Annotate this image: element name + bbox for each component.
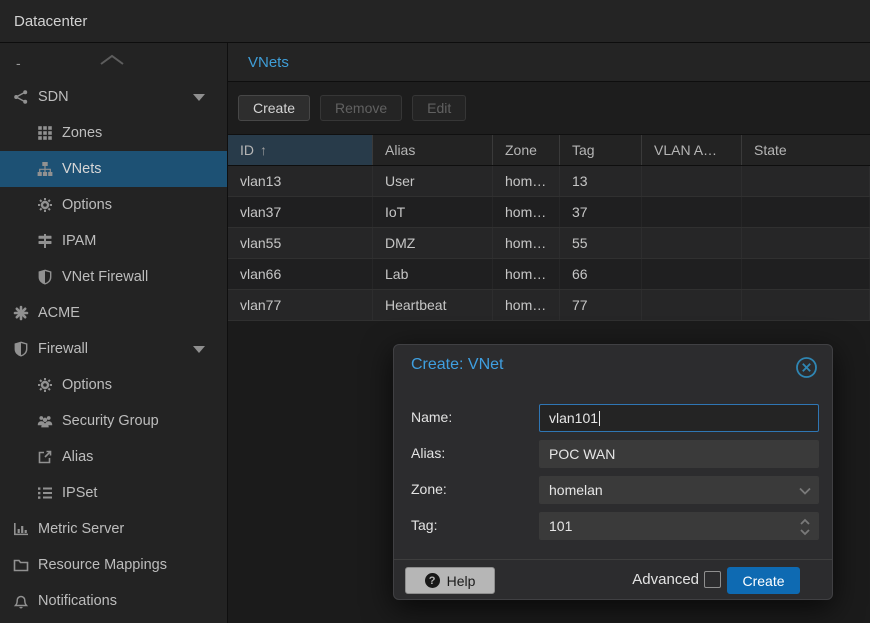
sidebar-item-resource-mappings[interactable]: Resource Mappings [0,547,227,583]
alias-label: Alias: [411,445,445,461]
overflow-item-dash: - [16,55,21,71]
sidebar-item-firewall-options[interactable]: Options [0,367,227,403]
column-header-tag[interactable]: Tag [560,135,642,165]
name-field-row: Name: vlan101 [394,404,832,432]
bar-chart-icon [12,521,29,537]
sidebar-item-label: IPAM [62,233,96,249]
list-ol-icon [36,485,53,501]
table-row[interactable]: vlan37 IoT hom… 37 [228,197,870,228]
top-bar: Datacenter [0,0,870,43]
alias-field-row: Alias: POC WAN [394,440,832,468]
gear-icon [36,377,53,393]
zone-label: Zone: [411,481,447,497]
sidebar-item-metric-server[interactable]: Metric Server [0,511,227,547]
advanced-label: Advanced [632,571,699,588]
sidebar-item-label: Zones [62,125,102,141]
folder-icon [12,557,29,573]
signpost-icon [36,233,53,249]
shield-icon [12,341,29,357]
alias-input[interactable]: POC WAN [539,440,819,468]
chevron-down-icon[interactable] [799,477,811,505]
sidebar-item-acme[interactable]: ACME [0,295,227,331]
dialog-create-button[interactable]: Create [727,567,800,594]
sidebar-item-firewall[interactable]: Firewall [0,331,227,367]
sidebar-item-security-group[interactable]: Security Group [0,403,227,439]
sidebar-nav: - SDN Zones VNets [0,43,228,623]
sidebar-item-sdn[interactable]: SDN [0,79,227,115]
sidebar-scroll-up[interactable]: - [0,43,227,79]
gear-icon [36,197,53,213]
sidebar-item-label: Alias [62,449,93,465]
table-row[interactable]: vlan66 Lab hom… 66 [228,259,870,290]
chevron-up-icon [98,53,126,72]
sidebar-item-label: ACME [38,305,80,321]
zone-select[interactable]: homelan [539,476,819,504]
zone-field-row: Zone: homelan [394,476,832,504]
sidebar-item-label: Resource Mappings [38,557,167,573]
caret-down-icon[interactable] [193,346,205,353]
sidebar-item-ipam[interactable]: IPAM [0,223,227,259]
sidebar-item-label: Options [62,197,112,213]
name-input[interactable]: vlan101 [539,404,819,432]
edit-button[interactable]: Edit [412,95,466,121]
dialog-footer: ? Help Advanced Create [394,559,832,600]
proxmox-datacenter-app: Datacenter - SDN Zones VNets [0,0,870,623]
panel-title: VNets [248,54,289,71]
tag-spinner[interactable]: 101 [539,512,819,540]
column-header-id[interactable]: ID ↑ [228,135,373,165]
question-circle-icon: ? [425,573,440,588]
sdn-icon [12,89,29,105]
page-title: Datacenter [14,13,87,30]
advanced-checkbox[interactable] [704,571,721,588]
help-button[interactable]: ? Help [405,567,495,594]
column-header-vlan-aware[interactable]: VLAN A… [642,135,742,165]
close-icon[interactable] [795,356,818,379]
sidebar-item-label: VNet Firewall [62,269,148,285]
sidebar-item-label: IPSet [62,485,97,501]
spinner-up-down-icon[interactable] [799,513,811,541]
sidebar-item-label: Metric Server [38,521,124,537]
sidebar-item-label: Options [62,377,112,393]
shield-icon [36,269,53,285]
sitemap-icon [36,161,53,177]
external-link-icon [36,449,53,465]
create-vnet-dialog: Create: VNet Name: vlan101 Alias: POC WA… [393,344,833,600]
sidebar-item-notifications[interactable]: Notifications [0,583,227,619]
sort-ascending-icon: ↑ [260,142,267,158]
sidebar-item-label: Notifications [38,593,117,609]
users-icon [36,413,53,429]
sidebar-item-vnet-firewall[interactable]: VNet Firewall [0,259,227,295]
caret-down-icon[interactable] [193,94,205,101]
name-label: Name: [411,409,452,425]
sidebar-item-sdn-options[interactable]: Options [0,187,227,223]
table-row[interactable]: vlan13 User hom… 13 [228,166,870,197]
table-header-row: ID ↑ Alias Zone Tag VLAN A… State [228,135,870,166]
text-cursor [599,411,600,426]
panel-header: VNets [228,43,870,82]
table-row[interactable]: vlan55 DMZ hom… 55 [228,228,870,259]
sidebar-item-zones[interactable]: Zones [0,115,227,151]
column-header-alias[interactable]: Alias [373,135,493,165]
bell-icon [12,593,29,609]
tag-field-row: Tag: 101 [394,512,832,540]
column-header-state[interactable]: State [742,135,870,165]
sidebar-item-label: SDN [38,89,69,105]
sidebar-item-ipset[interactable]: IPSet [0,475,227,511]
table-row[interactable]: vlan77 Heartbeat hom… 77 [228,290,870,321]
create-button[interactable]: Create [238,95,310,121]
grid-icon [36,125,53,141]
toolbar: Create Remove Edit [228,82,870,135]
sidebar-item-alias[interactable]: Alias [0,439,227,475]
burst-icon [12,305,29,321]
column-header-zone[interactable]: Zone [493,135,560,165]
sidebar-item-label: VNets [62,161,102,177]
dialog-title: Create: VNet [411,356,503,374]
tag-label: Tag: [411,517,437,533]
sidebar-item-vnets[interactable]: VNets [0,151,227,187]
sidebar-item-label: Security Group [62,413,159,429]
remove-button[interactable]: Remove [320,95,402,121]
sidebar-item-label: Firewall [38,341,88,357]
